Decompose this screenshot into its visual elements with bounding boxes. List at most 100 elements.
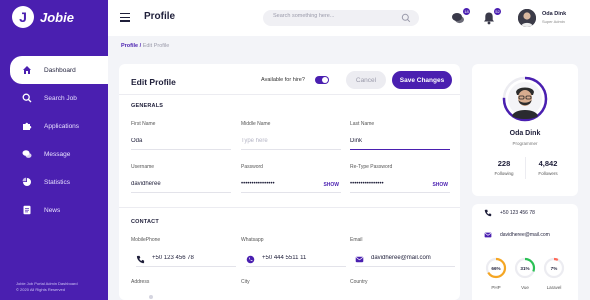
menu-toggle-icon[interactable] [120, 13, 130, 24]
skill-percent: 31% [520, 266, 529, 271]
contact-skills-card: +50 123 456 78 davidheree@mail.com 66% P… [472, 204, 578, 300]
top-bar: Profile 18 52 Oda Dink Super Admin [108, 0, 590, 36]
edit-profile-card: Edit Profile Available for hire? Cancel … [119, 64, 460, 300]
sidebar-footer: Jobie Job Portal Admin Dashboard © 2020 … [16, 281, 78, 293]
followers-stat: 4,842 Followers [528, 159, 568, 176]
sidebar-item-label: Message [44, 150, 71, 158]
mobile-label: MobilePhone [131, 237, 161, 243]
middle-name-input[interactable] [241, 138, 317, 144]
sidebar-item-message[interactable]: Message [0, 140, 108, 168]
email-field [355, 253, 455, 267]
user-role: Super Admin [542, 19, 565, 24]
skill-label: PHP [491, 285, 501, 290]
following-count: 228 [497, 159, 511, 168]
breadcrumb: Profile / Edit Profile [121, 43, 169, 49]
search-input[interactable] [273, 13, 393, 19]
user-name[interactable]: Oda Dink [542, 11, 566, 17]
document-icon [22, 205, 32, 215]
whatsapp-label: Whatsapp [241, 237, 264, 243]
sidebar-item-search-job[interactable]: Search Job [0, 84, 108, 112]
notifications-badge: 52 [493, 7, 502, 16]
followers-count: 4,842 [538, 159, 558, 168]
cancel-button[interactable]: Cancel [346, 71, 386, 89]
password-label: Password [241, 164, 263, 170]
password-input[interactable] [241, 181, 317, 187]
whatsapp-input[interactable] [262, 255, 338, 261]
sidebar: J Jobie Dashboard Search Job Application… [0, 0, 108, 300]
sidebar-item-statistics[interactable]: Statistics [0, 168, 108, 196]
password-field: SHOW [241, 179, 341, 193]
search-icon [22, 93, 32, 103]
mail-icon [355, 256, 364, 263]
divider [119, 94, 460, 95]
chat-icon [22, 149, 32, 159]
mobile-input[interactable] [152, 255, 228, 261]
mobile-field [136, 253, 236, 267]
show-retype-password-button[interactable]: SHOW [432, 182, 448, 188]
hire-label: Available for hire? [261, 77, 305, 83]
sidebar-item-applications[interactable]: Applications [0, 112, 108, 140]
username-input[interactable] [131, 181, 207, 187]
page-title: Profile [144, 11, 176, 22]
footer-copyright: © 2020 All Rights Reserved [16, 287, 65, 292]
hire-toggle[interactable] [315, 76, 329, 84]
puzzle-icon [22, 121, 32, 131]
sidebar-item-news[interactable]: News [0, 196, 108, 224]
following-stat: 228 Following [484, 159, 524, 176]
notifications-button[interactable]: 52 [482, 7, 502, 25]
app-logo[interactable]: J Jobie [12, 6, 74, 28]
address-marker-icon [149, 295, 153, 299]
edit-profile-title: Edit Profile [131, 77, 176, 87]
breadcrumb-profile[interactable]: Profile / [121, 43, 141, 49]
show-password-button[interactable]: SHOW [323, 182, 339, 188]
sidebar-item-label: Statistics [44, 178, 71, 186]
breadcrumb-edit-profile: Edit Profile [142, 43, 170, 49]
whatsapp-field [246, 253, 346, 267]
generals-section-title: GENERALS [131, 103, 164, 109]
following-label: Following [494, 171, 514, 176]
profile-role: Programmer [512, 141, 538, 146]
user-avatar[interactable] [518, 9, 536, 27]
skill-vue: 31% Vue [514, 257, 536, 290]
middle-name-label: Middle Name [241, 121, 271, 127]
contact-section-title: CONTACT [131, 219, 159, 225]
stat-divider [525, 157, 526, 179]
skill-laravel: 7% Laravel [543, 257, 565, 290]
profile-card: Oda Dink Programmer 228 Following 4,842 … [472, 64, 578, 196]
sidebar-nav: Dashboard Search Job Applications Messag… [0, 56, 108, 224]
last-name-field [350, 136, 450, 150]
followers-label: Followers [538, 171, 558, 176]
profile-email-row: davidheree@mail.com [484, 231, 550, 239]
messages-badge: 18 [462, 7, 471, 16]
email-input[interactable] [371, 255, 447, 261]
skill-percent: 7% [551, 266, 558, 271]
retype-password-input[interactable] [350, 181, 426, 187]
skill-ring: 31% [514, 257, 536, 279]
first-name-label: First Name [131, 121, 156, 127]
first-name-input[interactable] [131, 138, 207, 144]
sidebar-item-label: Applications [44, 122, 80, 130]
search-icon[interactable] [401, 13, 411, 23]
username-field [131, 179, 231, 193]
phone-icon [136, 255, 145, 264]
city-label: City [241, 279, 250, 285]
country-label: Country [350, 279, 368, 285]
mail-icon [484, 232, 492, 238]
sidebar-item-dashboard[interactable]: Dashboard [10, 56, 108, 84]
search-bar [263, 10, 419, 26]
retype-password-field: SHOW [350, 179, 450, 193]
address-label: Address [131, 279, 150, 285]
profile-email: davidheree@mail.com [500, 232, 550, 238]
middle-name-field [241, 136, 341, 150]
pie-chart-icon [22, 177, 32, 187]
save-changes-button[interactable]: Save Changes [392, 71, 452, 89]
last-name-input[interactable] [350, 138, 426, 144]
skill-ring: 7% [543, 257, 565, 279]
profile-avatar[interactable] [502, 76, 548, 122]
messages-button[interactable]: 18 [451, 7, 471, 25]
skill-label: Laravel [546, 285, 562, 290]
last-name-label: Last Name [350, 121, 375, 127]
first-name-field [131, 136, 231, 150]
profile-name: Oda Dink [509, 130, 541, 137]
retype-password-label: Re-Type Password [350, 164, 393, 170]
